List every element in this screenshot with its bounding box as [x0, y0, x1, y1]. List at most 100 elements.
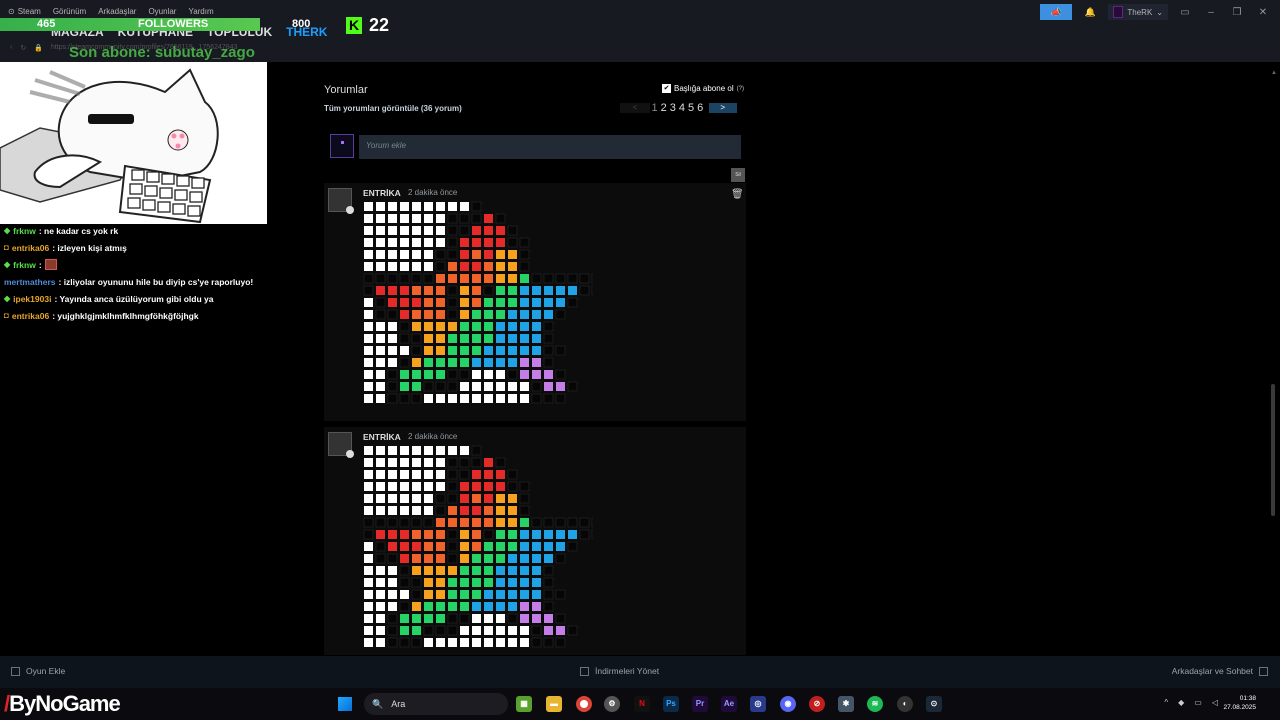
photoshop-icon[interactable]: Ps — [663, 696, 679, 712]
pixel-cell — [472, 370, 481, 379]
announcement-button[interactable]: 📣 — [1040, 4, 1073, 20]
pixel-cell — [508, 530, 517, 539]
scroll-up-icon[interactable]: ▲ — [1271, 70, 1277, 76]
app-icon[interactable]: ⊘ — [809, 696, 825, 712]
trash-icon[interactable]: 🗑 — [731, 189, 744, 200]
manage-downloads-button[interactable]: İndirmeleri Yönet — [580, 666, 659, 676]
pixel-cell — [471, 445, 482, 456]
netflix-icon[interactable]: N — [634, 696, 650, 712]
pixel-cell — [496, 358, 505, 367]
chat-message: ◆ frknw: ne kadar cs yok rk — [4, 222, 274, 239]
chat-username[interactable]: ipek1903i — [13, 294, 51, 304]
premiere-icon[interactable]: Pr — [692, 696, 708, 712]
view-all-comments-link[interactable]: Tüm yorumları görüntüle (36 yorum) — [324, 104, 462, 113]
pixel-cell — [531, 517, 542, 528]
steam-icon[interactable]: ⊙ — [926, 696, 942, 712]
volume-icon[interactable]: ◁ — [1212, 698, 1218, 707]
steam-menu[interactable]: ⊙ Steam — [8, 7, 41, 16]
comment-author[interactable]: ENTRİKA — [363, 432, 401, 442]
page-link-6[interactable]: 6 — [696, 102, 705, 114]
minecraft-icon[interactable]: ▦ — [516, 696, 532, 712]
chrome-icon[interactable] — [576, 696, 592, 712]
settings-icon[interactable]: ✱ — [838, 696, 854, 712]
pixel-cell — [436, 358, 445, 367]
app-tray-icon[interactable]: ◆ — [1178, 698, 1184, 707]
page-link-5[interactable]: 5 — [687, 102, 696, 114]
pixel-cell — [448, 394, 457, 403]
chat-username[interactable]: mertmathers — [4, 277, 56, 287]
menu-friends[interactable]: Arkadaşlar — [98, 7, 136, 16]
pixel-cell — [364, 394, 373, 403]
windows-start-icon[interactable] — [338, 697, 352, 711]
back-icon[interactable]: ‹ — [10, 44, 12, 52]
pixel-cell — [364, 470, 373, 479]
menu-help[interactable]: Yardım — [188, 7, 213, 16]
next-page-button[interactable]: > — [708, 103, 737, 113]
discord-icon[interactable]: ◉ — [780, 696, 796, 712]
friends-icon — [1259, 666, 1268, 676]
app-icon[interactable]: ◎ — [750, 696, 766, 712]
page-link-1[interactable]: 1 — [650, 102, 659, 114]
taskbar-search[interactable]: 🔍 Ara — [364, 693, 508, 715]
notifications-button[interactable]: 🔔 — [1080, 4, 1100, 20]
pixel-cell — [388, 250, 397, 259]
chat-username[interactable]: frknw — [13, 226, 36, 236]
pixel-cell — [435, 505, 446, 516]
prev-page-button[interactable]: < — [620, 103, 650, 113]
minimize-icon[interactable]: – — [1202, 7, 1220, 18]
pixel-cell — [447, 457, 458, 468]
comment-input[interactable]: Yorum ekle — [359, 135, 741, 159]
page-link-4[interactable]: 4 — [677, 102, 686, 114]
avatar[interactable] — [328, 188, 354, 214]
file-explorer-icon[interactable]: ▬ — [546, 696, 562, 712]
clock-time: 01:38 — [1239, 695, 1256, 702]
pixel-cell — [555, 637, 566, 648]
close-icon[interactable]: ✕ — [1254, 7, 1272, 18]
pixel-cell — [436, 238, 445, 247]
pixel-cell — [472, 614, 481, 623]
pixel-cell — [388, 238, 397, 247]
pixel-cell — [459, 225, 470, 236]
help-link[interactable]: (?) — [737, 86, 744, 92]
chevron-up-icon[interactable]: ^ — [1164, 698, 1168, 707]
pixel-cell — [460, 566, 469, 575]
menu-view[interactable]: Görünüm — [53, 7, 86, 16]
menu-games[interactable]: Oyunlar — [148, 7, 176, 16]
app-icon[interactable]: ⚙ — [604, 696, 620, 712]
chat-username[interactable]: entrika06 — [12, 311, 49, 321]
pixel-cell — [472, 310, 481, 319]
chat-message: ◆ frknw: — [4, 256, 274, 273]
account-menu[interactable]: TheRK ⌄ — [1108, 4, 1168, 20]
pixel-cell — [448, 262, 457, 271]
chat-username[interactable]: frknw — [13, 260, 36, 270]
pixel-cell — [387, 625, 398, 636]
pixel-cell — [400, 226, 409, 235]
pixel-cell — [507, 613, 518, 624]
subscribe-thread[interactable]: ✔ Başlığa abone ol (?) — [662, 84, 744, 93]
add-game-button[interactable]: Oyun Ekle — [11, 666, 65, 676]
app-icon[interactable]: ◐ — [897, 696, 913, 712]
pixel-cell — [400, 458, 409, 467]
scrollbar-thumb[interactable] — [1271, 384, 1275, 516]
reload-icon[interactable]: ↻ — [20, 44, 26, 52]
avatar[interactable] — [328, 432, 354, 458]
network-icon[interactable]: ▭ — [1194, 698, 1202, 707]
pixel-cell — [544, 286, 553, 295]
pixel-cell — [543, 273, 554, 284]
pixel-cell — [376, 346, 385, 355]
big-picture-icon[interactable]: ▭ — [1176, 7, 1194, 18]
pixel-cell — [459, 457, 470, 468]
after-effects-icon[interactable]: Ae — [721, 696, 737, 712]
maximize-icon[interactable]: ❐ — [1228, 7, 1246, 18]
comment-author[interactable]: ENTRİKA — [363, 188, 401, 198]
checkbox-checked-icon[interactable]: ✔ — [662, 84, 671, 93]
page-link-2[interactable]: 2 — [659, 102, 668, 114]
chat-username[interactable]: entrika06 — [12, 243, 49, 253]
spotify-icon[interactable]: ≋ — [867, 696, 883, 712]
friends-chat-button[interactable]: Arkadaşlar ve Sohbet — [1172, 666, 1268, 676]
pixel-cell — [411, 345, 422, 356]
delete-comment-button[interactable]: Sil — [731, 168, 745, 182]
pixel-cell — [447, 237, 458, 248]
page-link-3[interactable]: 3 — [668, 102, 677, 114]
taskbar-clock[interactable]: 01:38 27.08.2025 — [1223, 694, 1256, 712]
